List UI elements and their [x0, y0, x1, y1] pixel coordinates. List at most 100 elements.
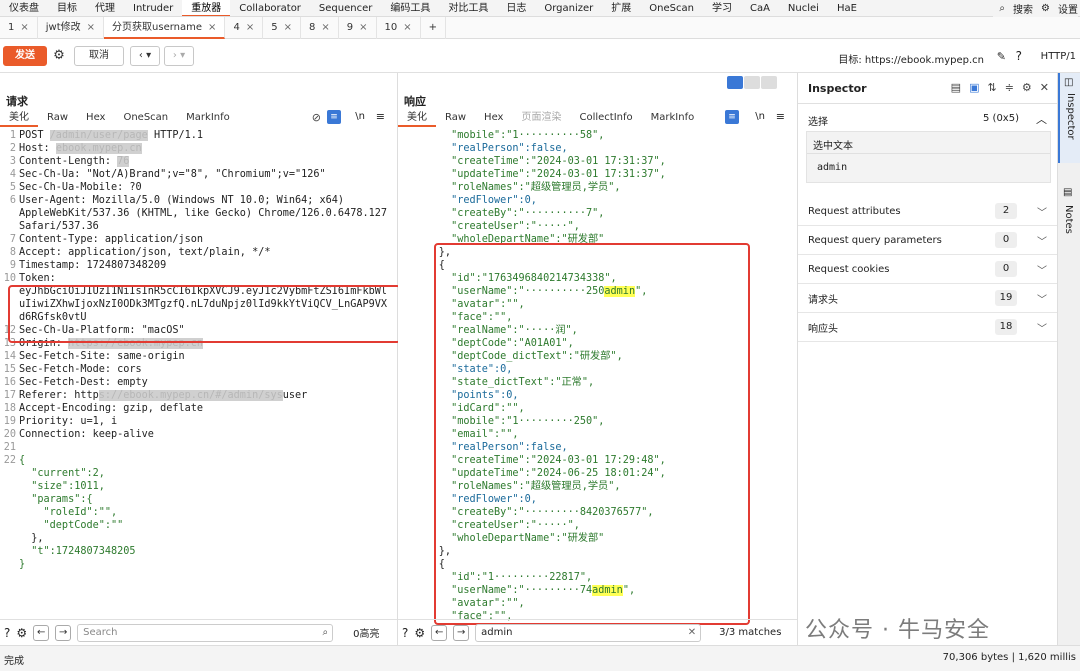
view-tab-3[interactable]: OneScan — [114, 109, 177, 127]
view-tab-1[interactable]: Raw — [436, 109, 475, 127]
repeater-tab-8[interactable]: 10 × — [377, 16, 421, 39]
view-tab-0[interactable]: 美化 — [398, 109, 436, 127]
view-tab-1[interactable]: Raw — [38, 109, 77, 127]
menu-item-13[interactable]: 学习 — [703, 0, 741, 16]
chevron-up-icon[interactable]: ︿ — [1036, 111, 1047, 127]
single-pane-icon[interactable] — [761, 76, 777, 89]
side-tab-inspector[interactable]: ◫ Inspector — [1058, 73, 1080, 163]
repeater-tab-6[interactable]: 8 × — [301, 16, 339, 39]
close-icon[interactable]: ✕ — [1040, 81, 1049, 94]
gear-icon[interactable]: ⚙ — [50, 47, 68, 65]
inspector-row-2[interactable]: Request cookies 0 ﹀ — [798, 255, 1057, 284]
menu-item-7[interactable]: 编码工具 — [381, 0, 439, 16]
gear-icon[interactable]: ⚙ — [1041, 3, 1050, 14]
menu-item-11[interactable]: 扩展 — [602, 0, 640, 16]
history-back-button[interactable]: ‹ ▾ — [130, 46, 160, 66]
menu-item-8[interactable]: 对比工具 — [439, 0, 497, 16]
menu-item-15[interactable]: Nuclei — [779, 0, 828, 16]
menu-item-2[interactable]: 代理 — [86, 0, 124, 16]
split-vertical-icon[interactable] — [727, 76, 743, 89]
menu-item-10[interactable]: Organizer — [535, 0, 602, 16]
edit-target-icon[interactable]: ✎ — [997, 50, 1006, 63]
menu-item-12[interactable]: OneScan — [640, 0, 703, 16]
align-icon[interactable]: ≑ — [1005, 81, 1014, 94]
inspector-row-0[interactable]: Request attributes 2 ﹀ — [798, 197, 1057, 226]
view-tab-2[interactable]: Hex — [77, 109, 114, 127]
gear-icon[interactable]: ⚙ — [414, 626, 425, 640]
view-tab-4[interactable]: MarkInfo — [177, 109, 239, 127]
inspector-row-3[interactable]: 请求头 19 ﹀ — [798, 284, 1057, 313]
view-tab-2[interactable]: Hex — [475, 109, 512, 127]
pretty-toggle-icon[interactable]: ≡ — [327, 110, 341, 124]
close-icon[interactable]: × — [20, 22, 28, 33]
repeater-tab-3[interactable]: 分页获取username × — [104, 16, 226, 39]
hide-icon[interactable]: ⊘ — [312, 111, 321, 124]
layout-list-icon[interactable]: ▤ — [951, 81, 961, 94]
response-search-input[interactable]: admin ✕ — [475, 623, 702, 642]
chevron-down-icon[interactable]: ﹀ — [1037, 291, 1047, 306]
close-icon[interactable]: × — [321, 22, 329, 33]
clear-icon[interactable]: ✕ — [688, 625, 696, 641]
response-editor[interactable]: "mobile":"1··········58", "realPerson":f… — [402, 129, 792, 623]
add-tab-icon[interactable]: + — [421, 16, 447, 39]
menu-item-14[interactable]: CaA — [741, 0, 779, 16]
menu-icon[interactable]: ≡ — [376, 110, 385, 123]
repeater-tab-7[interactable]: 9 × — [339, 16, 377, 39]
close-icon[interactable]: × — [284, 22, 292, 33]
menu-item-1[interactable]: 目标 — [48, 0, 86, 16]
gear-icon[interactable]: ⚙ — [16, 626, 27, 640]
chevron-down-icon[interactable]: ﹀ — [1037, 233, 1047, 248]
inspector-row-1[interactable]: Request query parameters 0 ﹀ — [798, 226, 1057, 255]
menu-item-3[interactable]: Intruder — [124, 0, 182, 16]
selected-text-value[interactable]: admin — [817, 162, 847, 173]
repeater-tab-1[interactable]: 1 × — [0, 16, 38, 39]
request-search-input[interactable]: Search ⌕ — [77, 623, 334, 642]
view-tab-0[interactable]: 美化 — [0, 109, 38, 127]
history-forward-button[interactable]: › ▾ — [164, 46, 194, 66]
menu-item-0[interactable]: 仪表盘 — [0, 0, 48, 16]
close-icon[interactable]: × — [403, 22, 411, 33]
view-tab-3[interactable]: 页面渲染 — [512, 109, 570, 127]
request-editor[interactable]: 1 POST /admin/user/page HTTP/1.1 2 Host: eb… — [0, 129, 387, 571]
close-icon[interactable]: × — [208, 22, 216, 33]
arrow-right-icon[interactable]: → — [453, 624, 470, 641]
search-icon[interactable]: ⌕ — [999, 3, 1005, 14]
close-icon[interactable]: × — [246, 22, 254, 33]
inspector-row-4[interactable]: 响应头 18 ﹀ — [798, 313, 1057, 342]
menu-icon[interactable]: ≡ — [776, 110, 785, 123]
newline-toggle-icon[interactable]: \n — [755, 111, 765, 122]
menu-item-4[interactable]: 重放器 — [182, 0, 231, 16]
newline-toggle-icon[interactable]: \n — [355, 111, 365, 122]
arrow-left-icon[interactable]: ← — [33, 624, 50, 641]
repeater-tab-5[interactable]: 5 × — [263, 16, 301, 39]
layout-split-icon[interactable]: ▣ — [969, 81, 979, 94]
cancel-button[interactable]: 取消 — [74, 46, 124, 66]
split-horizontal-icon[interactable] — [744, 76, 760, 89]
pretty-toggle-icon[interactable]: ≡ — [725, 110, 739, 124]
gear-icon[interactable]: ⚙ — [1022, 81, 1032, 94]
close-icon[interactable]: × — [87, 22, 95, 33]
arrow-left-icon[interactable]: ← — [431, 624, 448, 641]
arrow-right-icon[interactable]: → — [55, 624, 72, 641]
help-icon[interactable]: ? — [402, 626, 408, 640]
repeater-tab-2[interactable]: jwt修改 × — [38, 16, 105, 39]
chevron-down-icon[interactable]: ﹀ — [1037, 320, 1047, 335]
help-icon[interactable]: ? — [4, 626, 10, 640]
http-version-label[interactable]: HTTP/1 — [1041, 51, 1076, 62]
repeater-tab-4[interactable]: 4 × — [225, 16, 264, 39]
side-tab-notes[interactable]: ▤ Notes — [1058, 183, 1080, 263]
menu-item-9[interactable]: 日志 — [497, 0, 535, 16]
menu-item-5[interactable]: Collaborator — [230, 0, 310, 16]
view-tab-4[interactable]: CollectInfo — [570, 109, 641, 127]
view-tab-5[interactable]: MarkInfo — [642, 109, 704, 127]
settings-label[interactable]: 设置 — [1058, 1, 1078, 16]
help-icon[interactable]: ? — [1016, 49, 1022, 63]
sort-icon[interactable]: ⇅ — [987, 81, 996, 94]
chevron-down-icon[interactable]: ﹀ — [1037, 262, 1047, 277]
send-button[interactable]: 发送 — [3, 46, 47, 66]
search-label[interactable]: 搜索 — [1013, 1, 1033, 16]
close-icon[interactable]: × — [359, 22, 367, 33]
menu-item-16[interactable]: HaE — [828, 0, 866, 16]
menu-item-6[interactable]: Sequencer — [310, 0, 381, 16]
chevron-down-icon[interactable]: ﹀ — [1037, 204, 1047, 219]
